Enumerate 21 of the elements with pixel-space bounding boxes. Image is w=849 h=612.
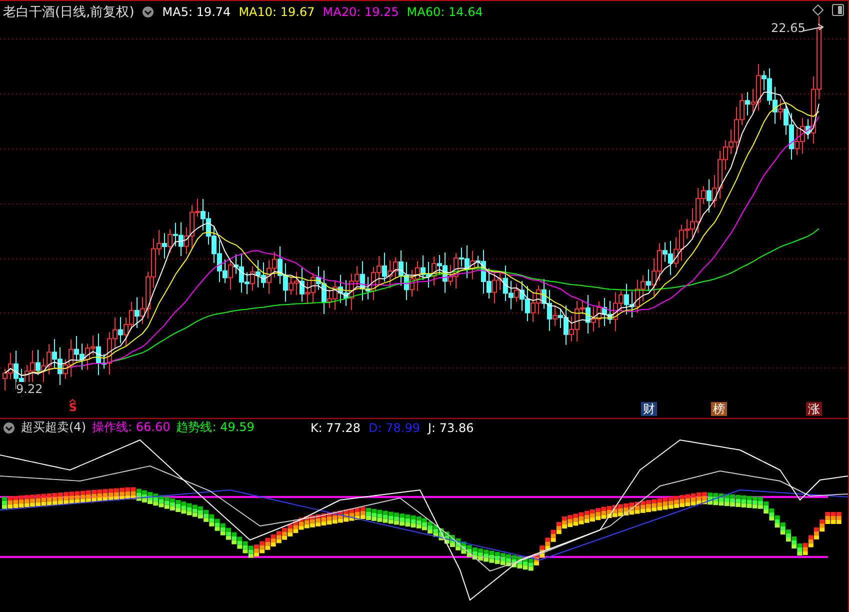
moving-average-value: MA60: 14.64 xyxy=(406,5,483,19)
kdj-value: K: 77.28 xyxy=(310,420,361,434)
low-price-label: 9.22 xyxy=(16,382,43,396)
event-badge[interactable]: 榜 xyxy=(711,402,727,416)
event-badge[interactable]: 财 xyxy=(641,402,657,416)
event-badge[interactable]: 涨 xyxy=(806,402,822,416)
indicator-value: 操作线: 66.60 xyxy=(92,419,170,436)
stock-title: 老白干酒(日线,前复权) xyxy=(3,4,134,21)
moving-average-value: MA10: 19.67 xyxy=(238,5,315,19)
diamond-icon[interactable] xyxy=(812,4,824,16)
dropdown-icon[interactable] xyxy=(3,422,15,434)
moving-average-value: MA20: 19.25 xyxy=(322,5,399,19)
dropdown-icon[interactable] xyxy=(142,6,154,18)
sell-signal-marker: S xyxy=(68,399,78,412)
panel-toggle-icon[interactable] xyxy=(832,4,844,16)
kdj-value: D: 78.99 xyxy=(368,420,420,434)
indicator-title: 超买超卖(4) xyxy=(21,419,86,436)
moving-average-value: MA5: 19.74 xyxy=(162,5,231,19)
high-price-label: 22.65 xyxy=(771,21,806,35)
kdj-value: J: 73.86 xyxy=(428,420,474,434)
indicator-value: 趋势线: 49.59 xyxy=(176,419,254,436)
